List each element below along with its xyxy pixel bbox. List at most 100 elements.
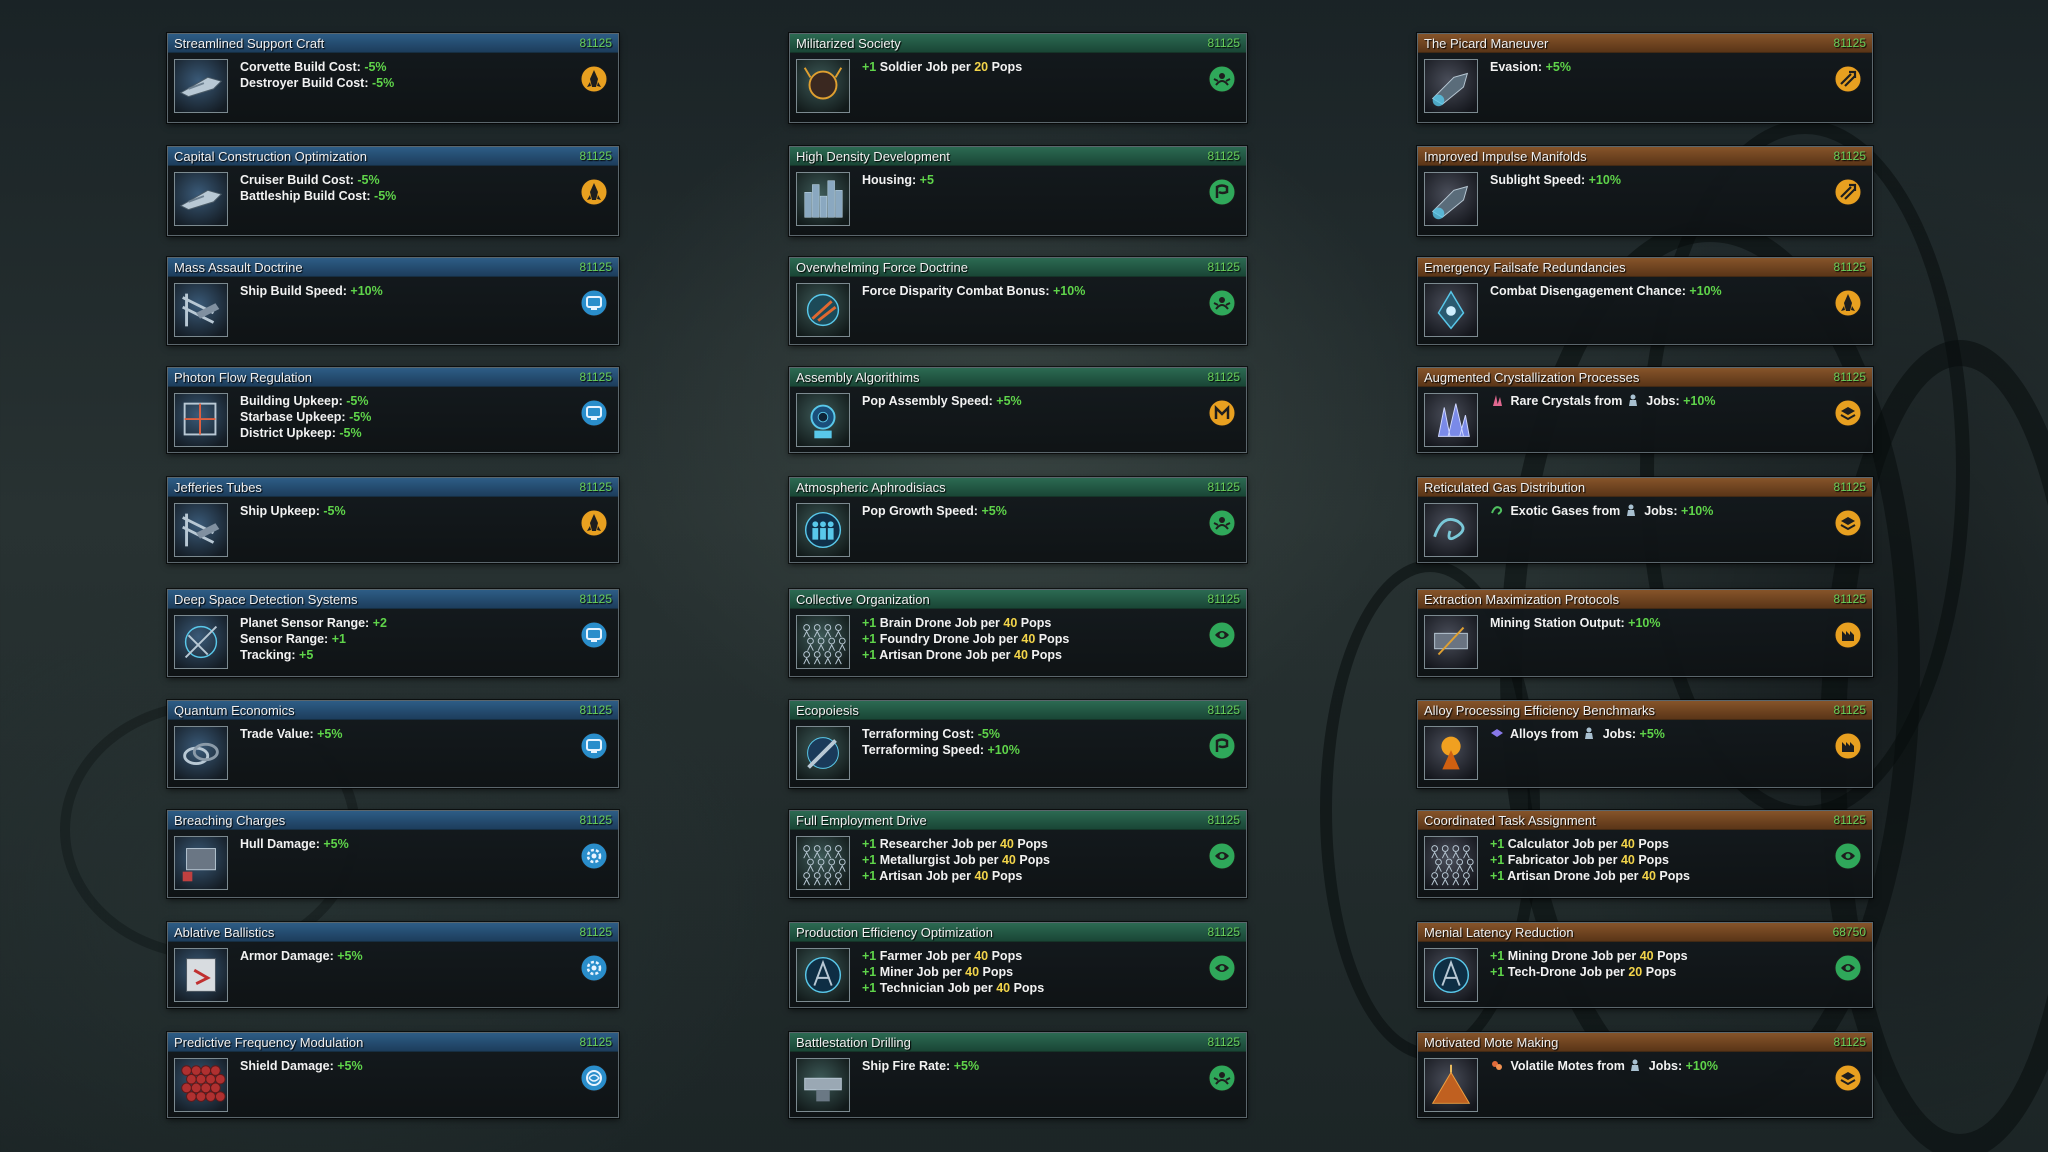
tradition-card[interactable]: Assembly Algorithims 81125 Pop Assembly Sp… [789, 367, 1247, 453]
category-green-biology-icon [1208, 842, 1236, 870]
tradition-card[interactable]: Photon Flow Regulation 81125 Building Upke… [167, 367, 619, 453]
tradition-card[interactable]: High Density Development 81125 Housing: +5 [789, 146, 1247, 236]
effect-text: Volatile Motes from [1507, 1059, 1629, 1073]
tradition-card[interactable]: Quantum Economics 81125 Trade Value: +5% [167, 700, 619, 788]
card-cost: 81125 [1833, 1035, 1866, 1049]
tradition-card[interactable]: Collective Organization 81125 +1 Brain Dro… [789, 589, 1247, 677]
effect-value: -5% [977, 727, 1000, 741]
tradition-card[interactable]: Augmented Crystallization Processes 81125… [1417, 367, 1873, 453]
thruster-icon [1424, 172, 1478, 226]
effect-line: Planet Sensor Range: +2 [240, 615, 387, 631]
category-green-unity-icon [1208, 509, 1236, 537]
tradition-card[interactable]: Improved Impulse Manifolds 81125 Sublight … [1417, 146, 1873, 236]
card-header: Jefferies Tubes 81125 [168, 478, 618, 497]
card-header: Ecopoiesis 81125 [790, 701, 1246, 720]
tradition-card[interactable]: Extraction Maximization Protocols 81125 Mi… [1417, 589, 1873, 677]
tradition-card[interactable]: Battlestation Drilling 81125 Ship Fire Rat… [789, 1032, 1247, 1118]
card-body: Exotic Gases from Jobs: +10% [1418, 497, 1872, 562]
effect-list: +1 Farmer Job per 40 Pops +1 Miner Job pe… [862, 948, 1044, 996]
tradition-card[interactable]: Menial Latency Reduction 68750 +1 Mining D… [1417, 922, 1873, 1008]
effect-text: Sublight Speed: [1490, 173, 1589, 187]
effect-value: +1 [862, 949, 877, 963]
tradition-card[interactable]: Ablative Ballistics 81125 Armor Damage: +5… [167, 922, 619, 1008]
effect-line: Sublight Speed: +10% [1490, 172, 1621, 188]
effect-line: Armor Damage: +5% [240, 948, 363, 964]
effect-value: +1 [862, 616, 877, 630]
battlestation-icon [796, 1058, 850, 1112]
effect-line: Terraforming Cost: -5% [862, 726, 1020, 742]
category-orange-industry-icon [1834, 621, 1862, 649]
tradition-card[interactable]: Militarized Society 81125 +1 Soldier Job p… [789, 33, 1247, 123]
effect-value: +10% [1628, 616, 1661, 630]
effect-line: Cruiser Build Cost: -5% [240, 172, 396, 188]
tradition-card[interactable]: Atmospheric Aphrodisiacs 81125 Pop Growth … [789, 477, 1247, 563]
effect-line: +1 Soldier Job per 20 Pops [862, 59, 1022, 75]
card-cost: 81125 [1833, 703, 1866, 717]
card-body: Ship Build Speed: +10% [168, 277, 618, 344]
card-body: Sublight Speed: +10% [1418, 166, 1872, 235]
card-cost: 81125 [1207, 370, 1240, 384]
card-body: Combat Disengagement Chance: +10% [1418, 277, 1872, 344]
effect-text: Armor Damage: [240, 949, 338, 963]
card-header: Menial Latency Reduction 68750 [1418, 923, 1872, 942]
tradition-card[interactable]: Capital Construction Optimization 81125 Cr… [167, 146, 619, 236]
tradition-card[interactable]: Breaching Charges 81125 Hull Damage: +5% [167, 810, 619, 898]
crystal-icon [1424, 393, 1478, 447]
card-title: Reticulated Gas Distribution [1424, 479, 1586, 495]
shipyard-icon [174, 283, 228, 337]
tradition-card[interactable]: Mass Assault Doctrine 81125 Ship Build Spe… [167, 257, 619, 345]
tradition-card[interactable]: Reticulated Gas Distribution 81125 Exotic… [1417, 477, 1873, 563]
alloys-icon [1490, 726, 1504, 740]
effect-line: Ship Upkeep: -5% [240, 503, 346, 519]
effect-text: Pops [988, 949, 1023, 963]
card-header: Augmented Crystallization Processes 81125 [1418, 368, 1872, 387]
effect-value: +1 [862, 853, 877, 867]
ship-evasion-icon [1424, 59, 1478, 113]
card-title: Deep Space Detection Systems [174, 591, 358, 607]
effect-list: Hull Damage: +5% [240, 836, 349, 852]
ship-maintenance-icon [174, 503, 228, 557]
category-green-biology-icon [1208, 621, 1236, 649]
tradition-card[interactable]: Overwhelming Force Doctrine 81125 Force Di… [789, 257, 1247, 345]
effect-value: +5% [1639, 727, 1665, 741]
card-body: Housing: +5 [790, 166, 1246, 235]
effect-value: +1 [1490, 965, 1505, 979]
tradition-card[interactable]: Ecopoiesis 81125 Terraforming Cost: -5% Ter… [789, 700, 1247, 788]
effect-value: +1 [1490, 853, 1505, 867]
card-cost: 81125 [1207, 480, 1240, 494]
card-body: Hull Damage: +5% [168, 830, 618, 897]
effect-text: Jobs: [1645, 1059, 1686, 1073]
tradition-card[interactable]: Emergency Failsafe Redundancies 81125 Comb… [1417, 257, 1873, 345]
tradition-card[interactable]: Streamlined Support Craft 81125 Corvette B… [167, 33, 619, 123]
tradition-card[interactable]: Production Efficiency Optimization 81125 +… [789, 922, 1247, 1008]
card-body: Terraforming Cost: -5% Terraforming Speed… [790, 720, 1246, 787]
tradition-card[interactable]: Predictive Frequency Modulation 81125 Shie… [167, 1032, 619, 1118]
tradition-card[interactable]: Motivated Mote Making 81125 Volatile Mote… [1417, 1032, 1873, 1118]
tradition-card[interactable]: The Picard Maneuver 81125 Evasion: +5% [1417, 33, 1873, 123]
effect-list: Trade Value: +5% [240, 726, 343, 742]
card-title: Assembly Algorithims [796, 369, 920, 385]
card-cost: 81125 [579, 260, 612, 274]
tradition-card[interactable]: Jefferies Tubes 81125 Ship Upkeep: -5% [167, 477, 619, 563]
effect-value: +10% [1681, 504, 1714, 518]
tradition-card[interactable]: Coordinated Task Assignment 81125 +1 Calcu… [1417, 810, 1873, 898]
card-body: Corvette Build Cost: -5% Destroyer Build … [168, 53, 618, 122]
tradition-card[interactable]: Full Employment Drive 81125 +1 Researcher … [789, 810, 1247, 898]
effect-list: +1 Calculator Job per 40 Pops +1 Fabricat… [1490, 836, 1690, 884]
effect-text: Jobs: [1640, 504, 1682, 518]
card-cost: 81125 [1833, 260, 1866, 274]
effect-text: Jobs: [1642, 394, 1684, 408]
effect-line: Exotic Gases from Jobs: +10% [1490, 503, 1713, 519]
card-header: Assembly Algorithims 81125 [790, 368, 1246, 387]
category-blue-computer-icon [580, 621, 608, 649]
effect-text: Ship Build Speed: [240, 284, 351, 298]
effect-text: Artisan Drone Job per [1504, 869, 1643, 883]
effect-text: Pops [1653, 949, 1688, 963]
tradition-card[interactable]: Alloy Processing Efficiency Benchmarks 81… [1417, 700, 1873, 788]
tradition-card[interactable]: Deep Space Detection Systems 81125 Planet … [167, 589, 619, 677]
effect-line: Housing: +5 [862, 172, 934, 188]
effect-line: Hull Damage: +5% [240, 836, 349, 852]
effect-value: +1 [1490, 837, 1505, 851]
category-orange-propulsion-icon [1834, 178, 1862, 206]
card-title: Breaching Charges [174, 812, 286, 828]
